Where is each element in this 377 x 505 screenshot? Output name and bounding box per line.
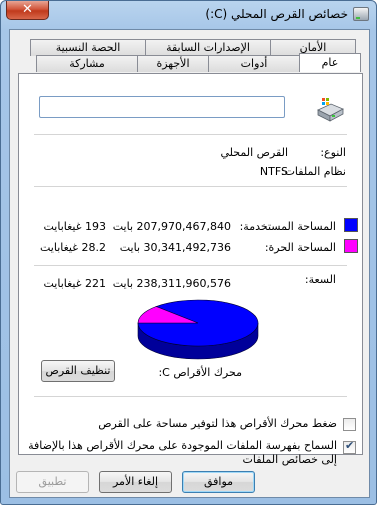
window-title: خصائص القرص المحلي (C:) <box>205 7 348 21</box>
dialog-client-area: الأمان الإصدارات السابقة الحصة النسبية ع… <box>9 29 370 498</box>
separator <box>34 396 347 397</box>
drive-caption: محرك الأقراص C: <box>158 366 242 379</box>
tab-hardware[interactable]: الأجهزة <box>137 55 209 72</box>
free-space-label: المساحة الحرة: <box>264 241 336 254</box>
apply-button[interactable]: تطبيق <box>16 471 89 493</box>
type-value: القرص المحلي <box>220 146 288 159</box>
free-space-bytes: 30,341,492,736 بايت <box>119 241 231 254</box>
capacity-gb: 221 غيغابايت <box>43 277 106 290</box>
hard-drive-icon <box>317 98 344 122</box>
filesystem-value: NTFS <box>259 165 288 178</box>
free-space-swatch <box>344 239 358 253</box>
type-label: النوع: <box>320 146 346 159</box>
tab-sharing[interactable]: مشاركة <box>36 55 138 72</box>
index-files-checkbox[interactable] <box>343 439 356 454</box>
close-button[interactable]: ✕ <box>6 1 49 20</box>
used-space-label: المساحة المستخدمة: <box>239 220 336 233</box>
capacity-label: السعة: <box>304 273 336 286</box>
disk-usage-pie-chart <box>137 299 259 360</box>
tab-general[interactable]: عام <box>299 53 361 72</box>
title-bar: خصائص القرص المحلي (C:) <box>1 1 376 29</box>
separator <box>34 265 347 266</box>
capacity-bytes: 238,311,960,576 بايت <box>112 277 231 290</box>
drive-label-input[interactable] <box>39 96 285 118</box>
tab-row-front: عام أدوات الأجهزة مشاركة <box>36 53 361 72</box>
tab-quota[interactable]: الحصة النسبية <box>30 39 146 56</box>
close-icon: ✕ <box>22 2 33 17</box>
ok-button[interactable]: موافق <box>182 471 255 493</box>
separator <box>34 186 347 187</box>
compress-drive-checkbox[interactable] <box>343 418 356 431</box>
compress-drive-label[interactable]: ضغط محرك الأقراص هذا لتوفير مساحة على ال… <box>98 417 337 431</box>
index-files-label[interactable]: السماح بفهرسة الملفات الموجودة على محرك … <box>28 439 337 453</box>
properties-window: خصائص القرص المحلي (C:) ✕ الأمان الإصدار… <box>0 0 377 505</box>
tab-tools[interactable]: أدوات <box>208 55 300 72</box>
tab-previous-versions[interactable]: الإصدارات السابقة <box>145 39 271 56</box>
used-space-bytes: 207,970,467,840 بايت <box>112 220 231 233</box>
index-files-label-line2[interactable]: إلى خصائص الملفات <box>243 453 337 467</box>
cancel-button[interactable]: إلغاء الأمر <box>99 471 172 493</box>
free-space-gb: 28.2 غيغابايت <box>39 241 106 254</box>
used-space-gb: 193 غيغابايت <box>43 220 106 233</box>
drive-icon <box>353 7 369 21</box>
disk-cleanup-button[interactable]: تنظيف القرص <box>41 360 115 382</box>
general-tab-panel: النوع: القرص المحلي نظام الملفات: NTFS ا… <box>18 73 363 466</box>
used-space-swatch <box>344 218 358 232</box>
filesystem-label: نظام الملفات: <box>280 165 346 178</box>
separator <box>34 134 347 135</box>
